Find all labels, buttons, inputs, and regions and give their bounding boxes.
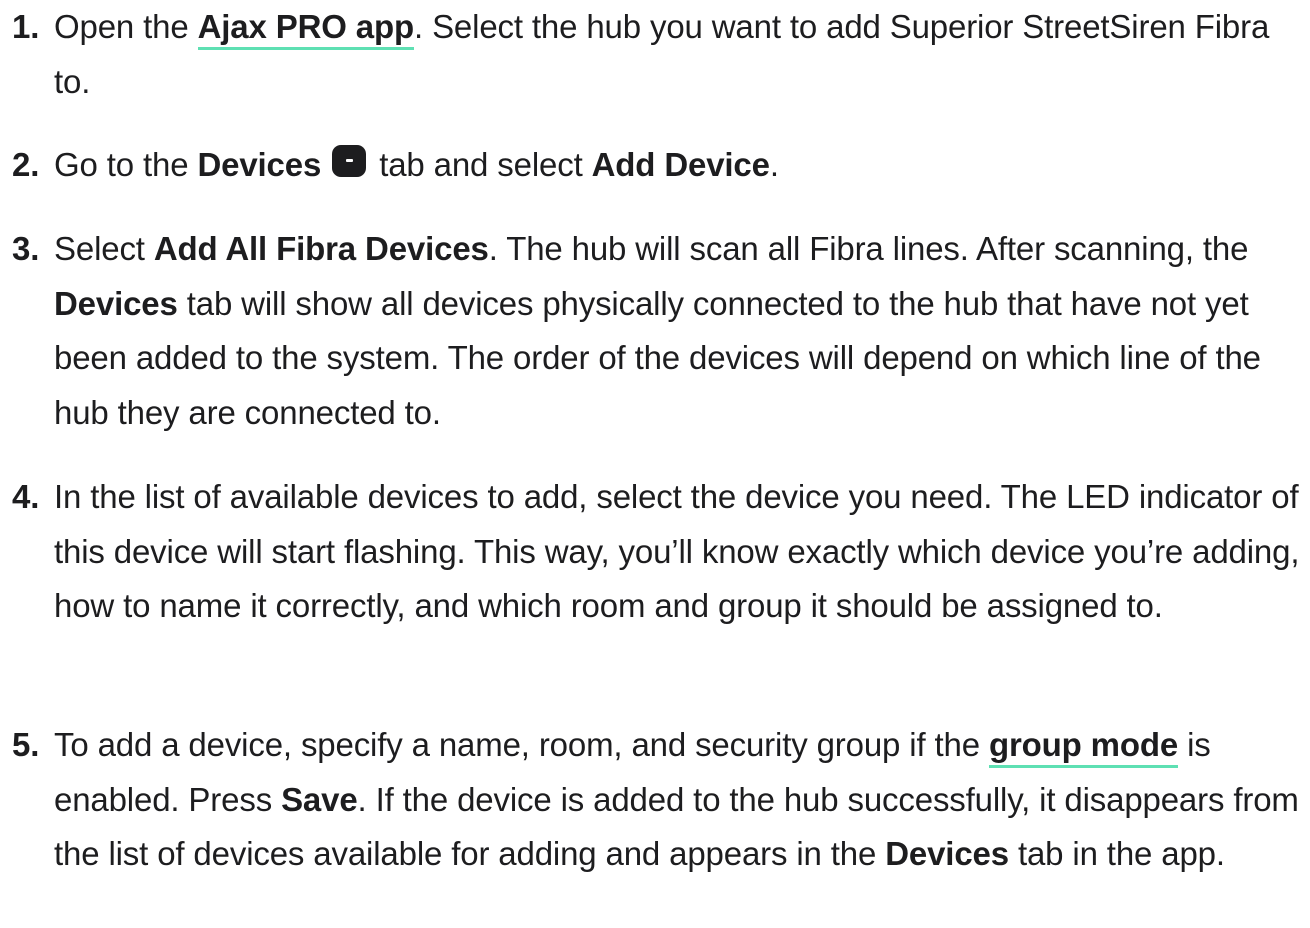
step-text: In the list of available devices to add,… xyxy=(54,478,1300,624)
step-number: 5. xyxy=(12,726,40,763)
step-3: 3. Select Add All Fibra Devices. The hub… xyxy=(12,222,1308,440)
add-device-label: Add Device xyxy=(591,146,770,183)
step-5: 5. To add a device, specify a name, room… xyxy=(12,718,1308,882)
step-text-part: Open the xyxy=(54,8,198,45)
step-text-part: tab in the app. xyxy=(1008,835,1225,872)
step-text: Go to the Devices tab and select Add Dev… xyxy=(54,138,1308,193)
devices-label: Devices xyxy=(885,835,1009,872)
step-number: 1. xyxy=(12,8,40,45)
devices-tab-icon xyxy=(332,145,367,177)
save-label: Save xyxy=(281,780,358,818)
step-number: 3. xyxy=(12,230,40,267)
step-text-part: tab will show all devices physically con… xyxy=(54,284,1261,431)
group-mode-link[interactable]: group mode xyxy=(988,726,1178,768)
ajax-pro-app-link[interactable]: Ajax PRO app xyxy=(197,8,414,50)
devices-label: Devices xyxy=(54,284,178,322)
step-text: Open the Ajax PRO app. Select the hub yo… xyxy=(54,0,1308,109)
step-number: 4. xyxy=(12,478,40,515)
step-text: Select Add All Fibra Devices. The hub wi… xyxy=(54,222,1308,440)
step-text-part: . The hub will scan all Fibra lines. Aft… xyxy=(488,230,1249,267)
step-text: To add a device, specify a name, room, a… xyxy=(54,718,1308,882)
step-text-part: To add a device, specify a name, room, a… xyxy=(54,726,989,763)
step-text-part: tab and select xyxy=(370,146,592,183)
step-1: 1. Open the Ajax PRO app. Select the hub… xyxy=(12,0,1308,109)
step-2: 2. Go to the Devices tab and select Add … xyxy=(12,138,1308,193)
step-number: 2. xyxy=(12,146,40,183)
add-all-fibra-devices-label: Add All Fibra Devices xyxy=(153,230,489,267)
step-text-part: Select xyxy=(54,230,154,267)
step-text-part: Go to the xyxy=(54,146,198,183)
step-4: 4. In the list of available devices to a… xyxy=(12,470,1308,634)
devices-label: Devices xyxy=(197,146,322,183)
step-text-part: . xyxy=(769,146,779,183)
